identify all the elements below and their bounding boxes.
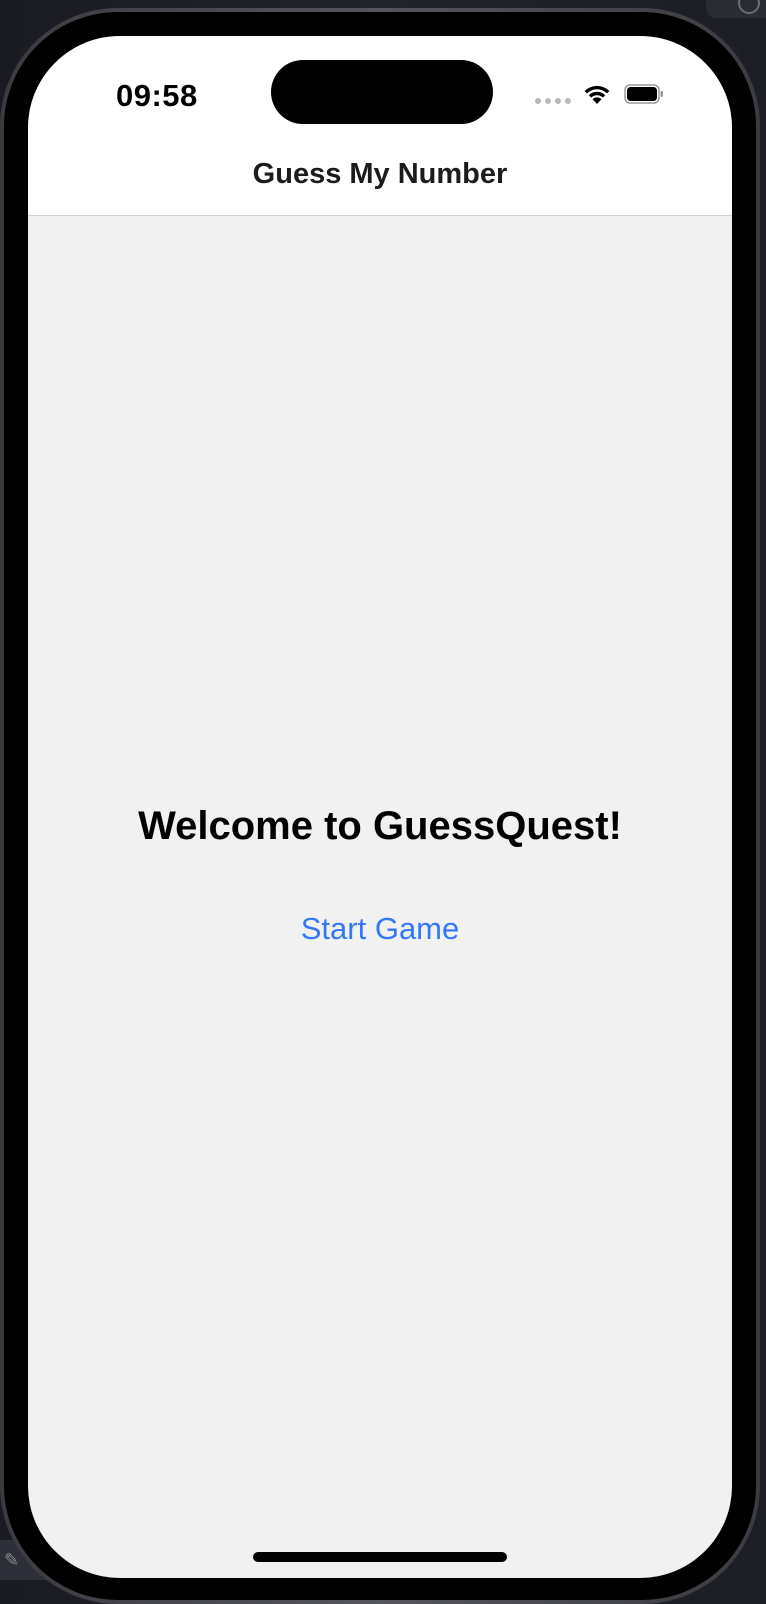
- wifi-icon: [584, 85, 610, 104]
- status-time: 09:58: [116, 78, 198, 113]
- phone-frame: 09:58 Guess My Number Welcome to GuessQu…: [0, 8, 760, 1604]
- nav-title: Guess My Number: [252, 158, 508, 190]
- background-window-corner: [706, 0, 766, 18]
- main-content: Welcome to GuessQuest! Start Game: [28, 216, 732, 1578]
- battery-full-icon: [624, 84, 663, 104]
- status-bar: 09:58: [28, 36, 732, 146]
- desktop-background: ✎ 09:58 Guess My Number Welcome to Guess…: [0, 0, 766, 1604]
- navigation-bar: Guess My Number: [28, 146, 732, 216]
- dynamic-island: [271, 60, 493, 124]
- start-game-button[interactable]: Start Game: [301, 911, 460, 947]
- signal-dots-icon: [535, 98, 571, 104]
- home-indicator[interactable]: [253, 1552, 507, 1562]
- phone-screen: 09:58 Guess My Number Welcome to GuessQu…: [28, 36, 732, 1578]
- phone-bezel: 09:58 Guess My Number Welcome to GuessQu…: [4, 12, 756, 1600]
- welcome-heading: Welcome to GuessQuest!: [138, 804, 622, 848]
